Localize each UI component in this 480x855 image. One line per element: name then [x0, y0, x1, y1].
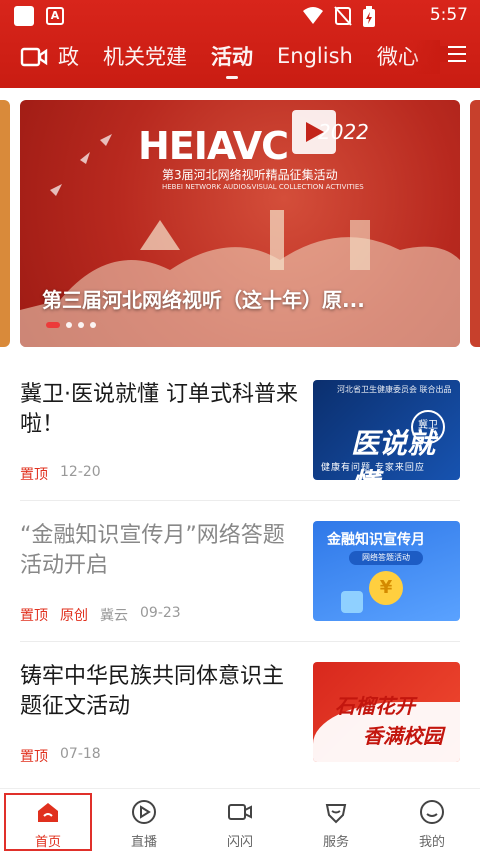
article-date: 07-18: [60, 746, 101, 762]
nav-live[interactable]: 直播: [96, 789, 192, 855]
thumb-pill: 网络答题活动: [349, 551, 423, 565]
status-time: 5:57: [429, 5, 468, 25]
wifi-icon: [303, 7, 323, 24]
article-title[interactable]: 铸牢中华民族共同体意识主题征文活动: [20, 662, 302, 722]
status-bar: A 5:57: [0, 0, 480, 32]
article-date: 09-23: [140, 605, 181, 621]
carousel-dot[interactable]: [46, 322, 60, 328]
nav-label: 首页: [34, 835, 61, 850]
nav-service[interactable]: 服务: [288, 789, 384, 855]
article-thumbnail[interactable]: 金融知识宣传月 网络答题活动 ¥: [313, 521, 460, 621]
article-thumbnail[interactable]: 河北省卫生健康委员会 联合出品 医说就懂 冀卫 健康有问题 专家来回应: [313, 380, 460, 480]
tabs-fade: [412, 40, 440, 74]
nav-label: 我的: [418, 835, 445, 850]
banner-next-peek: [470, 100, 480, 347]
bottom-nav: 首页 直播 闪闪 服务 我的: [0, 788, 480, 855]
banner-carousel[interactable]: HEIAVC 2022 第3届河北网络视听精品征集活动 HEBEI NETWOR…: [20, 100, 460, 347]
banner-caption: 第三届河北网络视听（这十年）原...: [42, 288, 365, 312]
tab-english[interactable]: English: [277, 44, 353, 68]
no-sim-icon: [334, 6, 352, 26]
home-icon: [38, 803, 58, 822]
tab-party-building[interactable]: 机关党建: [103, 41, 187, 71]
top-bar: A 5:57 政 机关党建 活动 English 微心: [0, 0, 480, 88]
banner-subtitle-en: HEBEI NETWORK AUDIO&VISUAL COLLECTION AC…: [162, 183, 364, 191]
article-meta: 置顶 07-18: [20, 746, 101, 766]
feed: HEIAVC 2022 第3届河北网络视听精品征集活动 HEBEI NETWOR…: [0, 88, 480, 788]
tab-politics[interactable]: 政: [58, 41, 79, 71]
notification-icon: [14, 6, 34, 26]
banner-year: 2022: [318, 120, 369, 144]
thumb-line2: 香满校园: [363, 724, 443, 748]
carousel-dots: [46, 322, 96, 328]
video-camera-icon[interactable]: [20, 46, 48, 68]
pinned-tag: 置顶: [20, 467, 48, 483]
nav-mine[interactable]: 我的: [384, 789, 480, 855]
thumb-line1: 石榴花开: [335, 694, 415, 718]
article-date: 12-20: [60, 464, 101, 480]
article-item[interactable]: 冀卫·医说就懂 订单式科普来啦！ 置顶 12-20 河北省卫生健康委员会 联合出…: [20, 380, 460, 510]
article-thumbnail[interactable]: 石榴花开 香满校园: [313, 662, 460, 762]
service-icon: [325, 804, 347, 824]
menu-icon[interactable]: [440, 46, 466, 62]
banner-prev-peek: [0, 100, 10, 347]
original-tag: 原创: [60, 608, 88, 624]
shield-icon: [341, 591, 363, 613]
divider: [20, 641, 460, 642]
status-icons: [302, 6, 376, 28]
channel-tabs: 政 机关党建 活动 English 微心: [58, 40, 443, 79]
thumb-badge: 冀卫: [411, 410, 445, 444]
article-meta: 置顶 原创 冀云 09-23: [20, 605, 181, 625]
article-item[interactable]: “金融知识宣传月”网络答题活动开启 置顶 原创 冀云 09-23 金融知识宣传月…: [20, 521, 460, 651]
article-title[interactable]: 冀卫·医说就懂 订单式科普来啦！: [20, 380, 302, 440]
nav-label: 服务: [322, 835, 349, 850]
divider: [20, 500, 460, 501]
thumb-bottom-text: 健康有问题 专家来回应: [321, 463, 425, 473]
nav-label: 闪闪: [226, 835, 253, 850]
battery-icon: [363, 6, 375, 27]
article-meta: 置顶 12-20: [20, 464, 101, 484]
thumb-title: 金融知识宣传月: [327, 532, 425, 548]
pinned-tag: 置顶: [20, 749, 48, 765]
carousel-dot[interactable]: [66, 322, 72, 328]
nav-flash[interactable]: 闪闪: [192, 789, 288, 855]
thumb-header: 河北省卫生健康委员会 联合出品: [337, 385, 452, 394]
carousel-dot[interactable]: [90, 322, 96, 328]
channel-nav: 政 机关党建 活动 English 微心: [0, 40, 480, 80]
article-source: 冀云: [100, 608, 128, 624]
nav-label: 直播: [130, 835, 157, 850]
nav-home[interactable]: 首页: [0, 789, 96, 855]
video-camera-icon: [228, 804, 252, 820]
article-item[interactable]: 铸牢中华民族共同体意识主题征文活动 置顶 07-18 石榴花开 香满校园: [20, 662, 460, 792]
carousel-dot[interactable]: [78, 322, 84, 328]
banner-logo: HEIAVC: [138, 124, 289, 168]
coin-icon: ¥: [369, 571, 403, 605]
play-circle-icon: [132, 800, 156, 824]
banner-subtitle: 第3届河北网络视听精品征集活动: [162, 168, 338, 182]
article-title[interactable]: “金融知识宣传月”网络答题活动开启: [20, 521, 302, 581]
smile-face-icon: [420, 800, 444, 824]
pinned-tag: 置顶: [20, 608, 48, 624]
notification-badge: A: [46, 7, 64, 25]
tab-activities[interactable]: 活动: [211, 41, 253, 79]
